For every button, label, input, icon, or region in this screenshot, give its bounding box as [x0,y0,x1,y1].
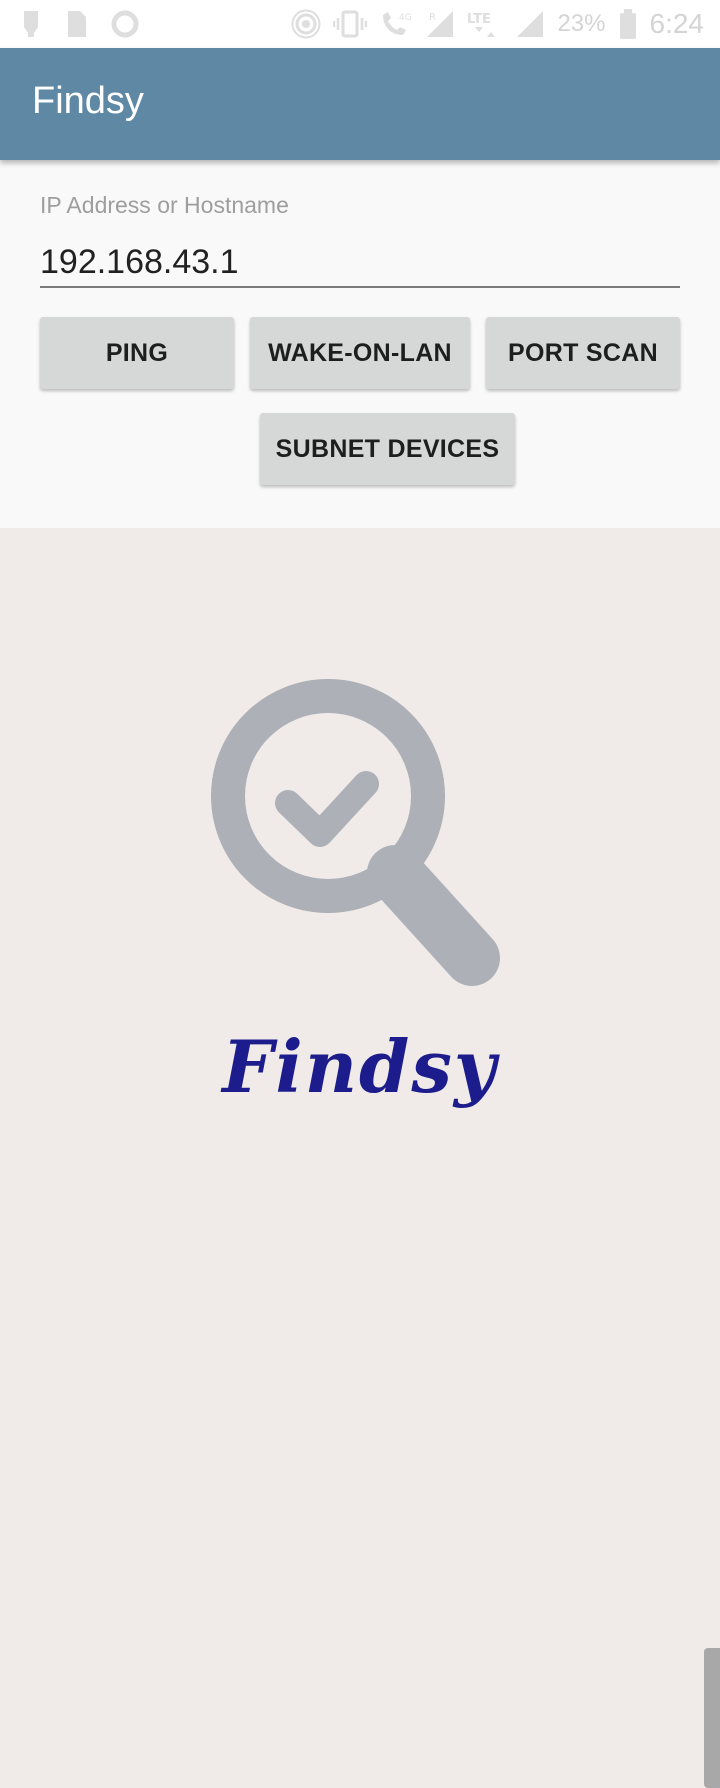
port-scan-button[interactable]: PORT SCAN [486,317,680,389]
clock: 6:24 [649,8,705,39]
volte-call-icon: 4G [379,9,413,39]
hotspot-icon [291,9,321,39]
logo-area: Findsy [0,528,720,1788]
battery-icon [618,8,638,40]
ip-input-label: IP Address or Hostname [40,192,289,218]
magnifier-check-icon [211,679,500,986]
svg-text:4G: 4G [399,13,412,23]
status-bar: 4G R LTE 23% 6:24 [0,0,720,48]
ip-address-input[interactable] [40,238,680,288]
usb-icon [18,9,44,39]
signal-r-icon: R [425,9,455,39]
form-panel: IP Address or Hostname PING WAKE-ON-LAN … [0,160,720,528]
vibrate-icon [333,9,368,39]
scrollbar-thumb[interactable] [704,1648,720,1788]
battery-percent: 23% [557,10,606,37]
svg-text:LTE: LTE [467,12,491,27]
app-bar: Findsy [0,48,720,160]
wake-on-lan-button[interactable]: WAKE-ON-LAN [250,317,470,389]
svg-text:R: R [429,12,436,23]
app-title: Findsy [32,80,144,122]
status-bar-left [18,8,140,40]
sim-card-icon [66,9,88,39]
subnet-devices-button[interactable]: SUBNET DEVICES [260,413,515,485]
ping-button[interactable]: PING [40,317,234,389]
status-bar-right: 4G R LTE 23% 6:24 [291,8,704,40]
lte-icon: LTE [467,9,503,39]
brand-logo-text: Findsy [222,1024,498,1109]
sync-circle-icon [110,9,140,39]
signal-icon [515,9,545,39]
